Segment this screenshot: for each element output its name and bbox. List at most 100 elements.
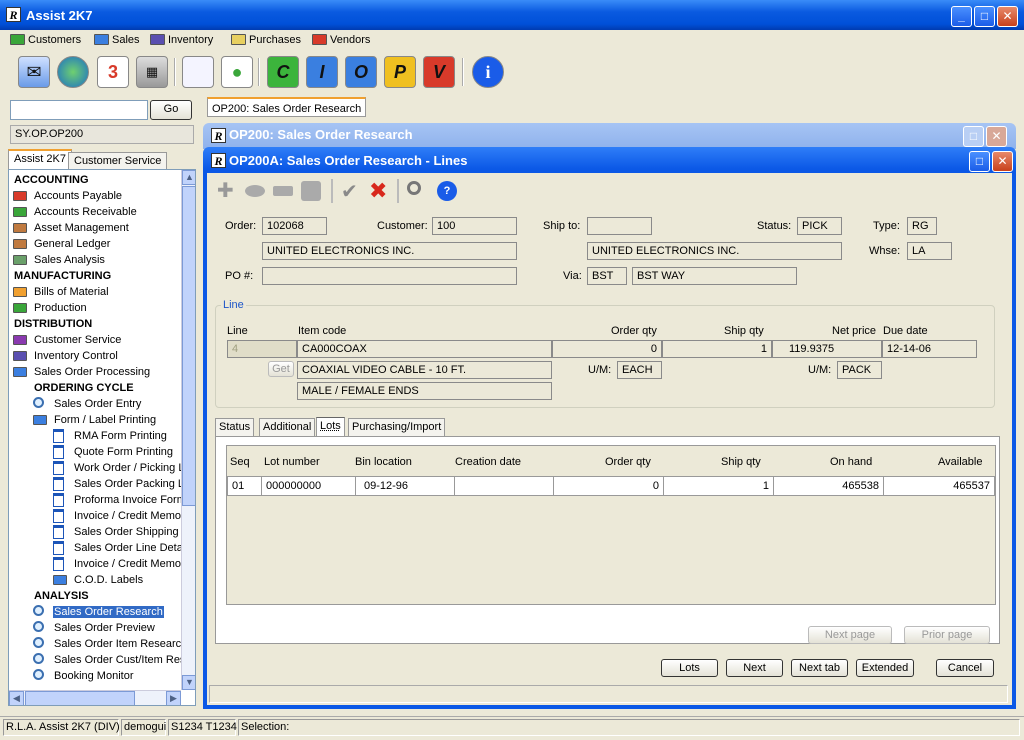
inventory-i-icon[interactable]: I bbox=[306, 56, 338, 88]
tree-item[interactable]: Sales Order Item Research bbox=[33, 636, 188, 652]
via-name-field[interactable]: BST WAY bbox=[632, 267, 797, 285]
type-field[interactable]: RG bbox=[907, 217, 937, 235]
tree-item[interactable]: Sales Order Preview bbox=[33, 620, 156, 636]
cell-order-qty[interactable]: 0 bbox=[553, 476, 664, 496]
tree-item[interactable]: Invoice / Credit Memo bbox=[53, 556, 182, 572]
customers-c-icon[interactable]: C bbox=[267, 56, 299, 88]
lots-button[interactable]: Lots bbox=[661, 659, 718, 677]
hscroll-thumb[interactable] bbox=[25, 691, 135, 705]
close-button[interactable]: ✕ bbox=[997, 6, 1018, 27]
scroll-right-icon[interactable]: ▶ bbox=[166, 691, 181, 705]
due-date-field[interactable]: 12-14-06 bbox=[882, 340, 977, 358]
cell-creation-date[interactable] bbox=[454, 476, 554, 496]
horizontal-scrollbar[interactable]: ◀ ▶ bbox=[9, 690, 181, 705]
whse-field[interactable]: LA bbox=[907, 242, 952, 260]
next-button[interactable]: Next bbox=[726, 659, 783, 677]
cell-on-hand[interactable]: 465538 bbox=[773, 476, 884, 496]
scroll-up-icon[interactable]: ▲ bbox=[182, 170, 195, 185]
chart-report-icon[interactable]: ● bbox=[221, 56, 253, 88]
status-field[interactable]: PICK bbox=[797, 217, 842, 235]
tab-additional[interactable]: Additional bbox=[259, 418, 316, 436]
print-icon[interactable] bbox=[301, 181, 321, 201]
um-1-field[interactable]: EACH bbox=[617, 361, 662, 379]
tree-item[interactable]: Customer Service bbox=[13, 332, 122, 348]
prior-page-button[interactable]: Prior page bbox=[904, 626, 990, 644]
tree-item[interactable]: Inventory Control bbox=[13, 348, 119, 364]
cell-available[interactable]: 465537 bbox=[883, 476, 995, 496]
tree-item[interactable]: C.O.D. Labels bbox=[53, 572, 144, 588]
net-price-field[interactable]: 119.9375 bbox=[772, 340, 882, 358]
um-2-field[interactable]: PACK bbox=[837, 361, 882, 379]
tab-status[interactable]: Status bbox=[215, 418, 255, 436]
tree-item[interactable]: Accounts Payable bbox=[13, 188, 123, 204]
go-button[interactable]: Go bbox=[150, 100, 192, 120]
tree-item[interactable]: Invoice / Credit Memo bbox=[53, 508, 182, 524]
get-button[interactable]: Get bbox=[268, 361, 294, 377]
tree-item[interactable]: Bills of Material bbox=[13, 284, 110, 300]
shipto-name-field[interactable]: UNITED ELECTRONICS INC. bbox=[587, 242, 842, 260]
cell-seq[interactable]: 01 bbox=[227, 476, 263, 496]
maximize-button[interactable]: □ bbox=[974, 6, 995, 27]
tab-customer-service[interactable]: Customer Service bbox=[68, 152, 168, 170]
help-icon[interactable]: ? bbox=[437, 181, 457, 201]
calendar-icon[interactable]: 3 bbox=[97, 56, 129, 88]
extended-button[interactable]: Extended bbox=[856, 659, 914, 677]
cell-ship-qty[interactable]: 1 bbox=[663, 476, 774, 496]
menu-vendors[interactable]: Vendors bbox=[310, 32, 370, 48]
orders-o-icon[interactable]: O bbox=[345, 56, 377, 88]
order-field[interactable]: 102068 bbox=[262, 217, 327, 235]
description-2-field[interactable]: MALE / FEMALE ENDS bbox=[297, 382, 552, 400]
tree-item[interactable]: Work Order / Picking Li bbox=[53, 460, 188, 476]
description-1-field[interactable]: COAXIAL VIDEO CABLE - 10 FT. bbox=[297, 361, 552, 379]
tree-item[interactable]: Sales Order Entry bbox=[33, 396, 142, 412]
po-field[interactable] bbox=[262, 267, 517, 285]
tree-item[interactable]: Form / Label Printing bbox=[33, 412, 157, 428]
info-icon[interactable]: i bbox=[472, 56, 504, 88]
bg-close-button[interactable]: ✕ bbox=[986, 126, 1007, 147]
tree-item[interactable]: Quote Form Printing bbox=[53, 444, 174, 460]
remove-icon[interactable] bbox=[273, 186, 293, 196]
tree-item[interactable]: Sales Order Shipping L bbox=[53, 524, 189, 540]
item-code-field[interactable]: CA000COAX bbox=[297, 340, 552, 358]
tree-item[interactable]: Asset Management bbox=[13, 220, 130, 236]
report-icon[interactable] bbox=[182, 56, 214, 88]
tab-assist-2k7[interactable]: Assist 2K7 bbox=[8, 149, 72, 169]
cell-lot-number[interactable]: 000000000 bbox=[261, 476, 356, 496]
window-close-button[interactable]: ✕ bbox=[992, 151, 1013, 172]
scroll-thumb[interactable] bbox=[182, 186, 195, 506]
order-qty-field[interactable]: 0 bbox=[552, 340, 662, 358]
cancel-button[interactable]: Cancel bbox=[936, 659, 994, 677]
scroll-down-icon[interactable]: ▼ bbox=[182, 675, 195, 690]
vertical-scrollbar[interactable]: ▲ ▼ bbox=[181, 170, 195, 690]
menu-purchases[interactable]: Purchases bbox=[229, 32, 301, 48]
tree-item[interactable]: Sales Order Packing Lis bbox=[53, 476, 193, 492]
mail-icon[interactable]: ✉ bbox=[18, 56, 50, 88]
tab-purchasing-import[interactable]: Purchasing/Import bbox=[348, 418, 446, 436]
next-page-button[interactable]: Next page bbox=[808, 626, 892, 644]
background-window-titlebar[interactable]: R OP200: Sales Order Research □ ✕ bbox=[203, 123, 1016, 149]
add-icon[interactable]: ✚ bbox=[217, 181, 237, 201]
link-icon[interactable] bbox=[245, 185, 265, 197]
accept-icon[interactable]: ✔ bbox=[341, 179, 358, 204]
purchases-p-icon[interactable]: P bbox=[384, 56, 416, 88]
tree-item[interactable]: General Ledger bbox=[13, 236, 111, 252]
customer-name-field[interactable]: UNITED ELECTRONICS INC. bbox=[262, 242, 517, 260]
cell-bin-location[interactable]: 09-12-96 bbox=[355, 476, 455, 496]
customer-field[interactable]: 100 bbox=[432, 217, 517, 235]
window-maximize-button[interactable]: □ bbox=[969, 151, 990, 172]
document-tab[interactable]: OP200: Sales Order Research bbox=[207, 97, 367, 117]
shipto-field[interactable] bbox=[587, 217, 652, 235]
globe-icon[interactable] bbox=[57, 56, 89, 88]
minimize-button[interactable]: _ bbox=[951, 6, 972, 27]
vendors-v-icon[interactable]: V bbox=[423, 56, 455, 88]
tree-item[interactable]: Sales Order Processing bbox=[13, 364, 151, 380]
next-tab-button[interactable]: Next tab bbox=[791, 659, 848, 677]
tree-item[interactable]: Accounts Receivable bbox=[13, 204, 138, 220]
via-code-field[interactable]: BST bbox=[587, 267, 627, 285]
tree-item[interactable]: Proforma Invoice Form bbox=[53, 492, 187, 508]
calculator-icon[interactable]: ▦ bbox=[136, 56, 168, 88]
cancel-icon[interactable]: ✖ bbox=[369, 178, 387, 204]
tree-item[interactable]: Sales Order Cust/Item Res bbox=[33, 652, 186, 668]
tree-item[interactable]: Sales Order Research bbox=[33, 604, 164, 620]
tree-item[interactable]: Booking Monitor bbox=[33, 668, 135, 684]
